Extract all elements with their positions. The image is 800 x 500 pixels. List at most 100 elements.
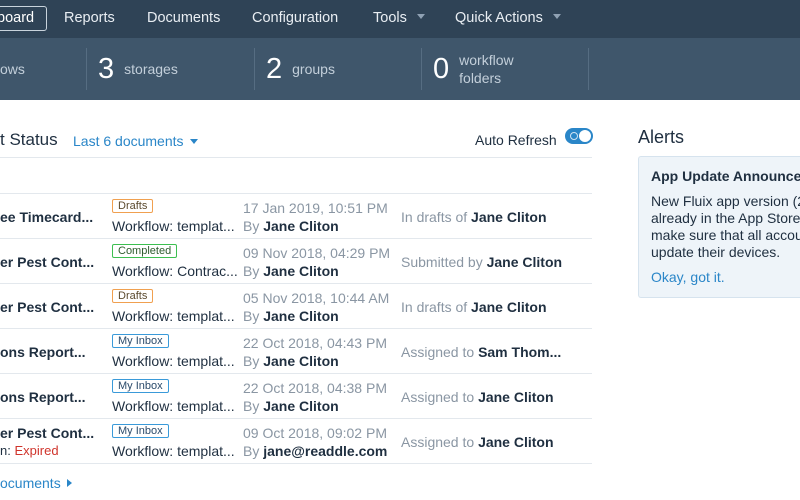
status-text: Assigned to [401,389,475,405]
document-date: 22 Oct 2018, 04:38 PM [243,380,387,396]
document-date: 22 Oct 2018, 04:43 PM [243,335,387,351]
stat-count: 2 [266,52,283,85]
document-status: Assigned to Jane Cliton [401,434,554,450]
by-prefix: By [243,398,260,414]
status-text: Assigned to [401,434,475,450]
status-badge: Completed [112,244,178,258]
workflow-name: Workflow: templat... [112,308,235,324]
alert-body: New Fluix app version (2 already in the … [651,193,800,261]
nav-item-reports[interactable]: Reports [64,0,115,38]
document-date: 17 Jan 2019, 10:51 PM [243,200,388,216]
nav-item-label: Reports [64,10,115,26]
stat-count: 0 [433,52,450,85]
nav-item-label: Configuration [252,10,339,26]
stat-label: storages [124,61,178,77]
nav-item-dashboard[interactable]: board [0,6,48,31]
document-name[interactable]: ee Timecard... [0,209,93,225]
status-text: In drafts of [401,299,468,315]
document-filter-dropdown[interactable]: Last 6 documents [73,133,198,149]
document-date: 09 Oct 2018, 09:02 PM [243,425,387,441]
divider [254,48,255,90]
table-row[interactable]: ons Report... My Inbox Workflow: templat… [0,329,592,374]
stat-label: groups [292,61,335,77]
document-name[interactable]: er Pest Cont... [0,299,94,315]
document-author: By Jane Cliton [243,398,339,414]
toggle-knob [579,130,591,142]
table-row[interactable]: er Pest Cont... n: Expired My Inbox Work… [0,419,592,464]
table-row[interactable]: ons Report... My Inbox Workflow: templat… [0,374,592,419]
filter-label: Last 6 documents [73,133,184,149]
chevron-down-icon [552,14,561,20]
by-prefix: By [243,218,260,234]
document-date: 05 Nov 2018, 10:44 AM [243,290,390,306]
divider [86,48,87,90]
alert-body-line: update their devices. [651,244,781,260]
status-badge: Drafts [112,289,154,303]
stat-storages[interactable]: 3 storages [98,38,178,100]
document-status: Assigned to Sam Thom... [401,344,561,360]
stat-workflows[interactable]: ows [0,38,25,100]
document-name[interactable]: er Pest Cont... [0,254,94,270]
nav-item-label: board [0,10,35,26]
divider [0,157,592,158]
divider [421,48,422,90]
by-prefix: By [243,443,260,459]
status-user: Jane Cliton [478,434,554,450]
document-status: In drafts of Jane Cliton [401,209,547,225]
alert-card: App Update Announcer New Fluix app versi… [638,156,800,298]
document-name[interactable]: ons Report... [0,389,86,405]
auto-refresh-toggle[interactable] [565,128,593,144]
status-user: Jane Cliton [486,254,563,270]
nav-item-label: Documents [147,10,221,26]
status-text: Submitted by [401,254,483,270]
author-name: Jane Cliton [263,353,339,369]
document-author: By Jane Cliton [243,308,339,324]
stat-workflow-folders[interactable]: 0 workflow folders [433,38,514,100]
dismiss-alert-link[interactable]: Okay, got it. [651,269,725,285]
toggle-track-mark [570,132,578,140]
expired-label: Expired [14,443,59,458]
nav-item-configuration[interactable]: Configuration [252,0,338,38]
auto-refresh-label: Auto Refresh [475,132,557,148]
alert-body-line: make sure that all accou [651,227,800,243]
author-name: jane@readdle.com [263,443,388,459]
document-name[interactable]: ons Report... [0,344,86,360]
alerts-title: Alerts [638,127,685,147]
nav-item-label: Quick Actions [455,10,543,26]
author-name: Jane Cliton [263,263,339,279]
all-documents-link[interactable]: ocuments [0,475,72,491]
workflow-name: Workflow: templat... [112,353,235,369]
status-text: In drafts of [401,209,468,225]
document-author: By Jane Cliton [243,218,339,234]
stat-groups[interactable]: 2 groups [266,38,335,100]
status-user: Sam Thom... [478,344,562,360]
stat-label: ows [0,61,25,77]
document-name[interactable]: er Pest Cont... [0,425,94,441]
stat-label-line: workflow [459,52,514,68]
nav-item-documents[interactable]: Documents [147,0,220,38]
divider [588,48,589,90]
status-badge: Drafts [112,199,154,213]
stats-bar: ows 3 storages 2 groups 0 workflow folde… [0,38,800,100]
document-status: Assigned to Jane Cliton [401,389,554,405]
workflow-name: Workflow: templat... [112,443,235,459]
expiration-prefix: n: [0,443,15,458]
table-row[interactable]: er Pest Cont... Completed Workflow: Cont… [0,239,592,284]
document-date: 09 Nov 2018, 04:29 PM [243,245,391,261]
all-documents-label: ocuments [0,475,61,491]
author-name: Jane Cliton [263,218,339,234]
nav-item-quick-actions[interactable]: Quick Actions [455,0,561,38]
document-status: Submitted by Jane Cliton [401,254,562,270]
author-name: Jane Cliton [263,398,339,414]
by-prefix: By [243,353,260,369]
document-author: By jane@readdle.com [243,443,387,459]
stat-label: workflow folders [459,51,513,87]
status-badge: My Inbox [112,379,169,393]
table-row[interactable]: er Pest Cont... Drafts Workflow: templat… [0,284,592,329]
panel-title: t Status [0,130,58,149]
nav-item-tools[interactable]: Tools [373,0,425,38]
stat-count: 3 [98,52,115,85]
table-row[interactable]: ee Timecard... Drafts Workflow: templat.… [0,194,592,239]
top-nav: board Reports Documents Configuration To… [0,0,800,38]
document-author: By Jane Cliton [243,353,339,369]
